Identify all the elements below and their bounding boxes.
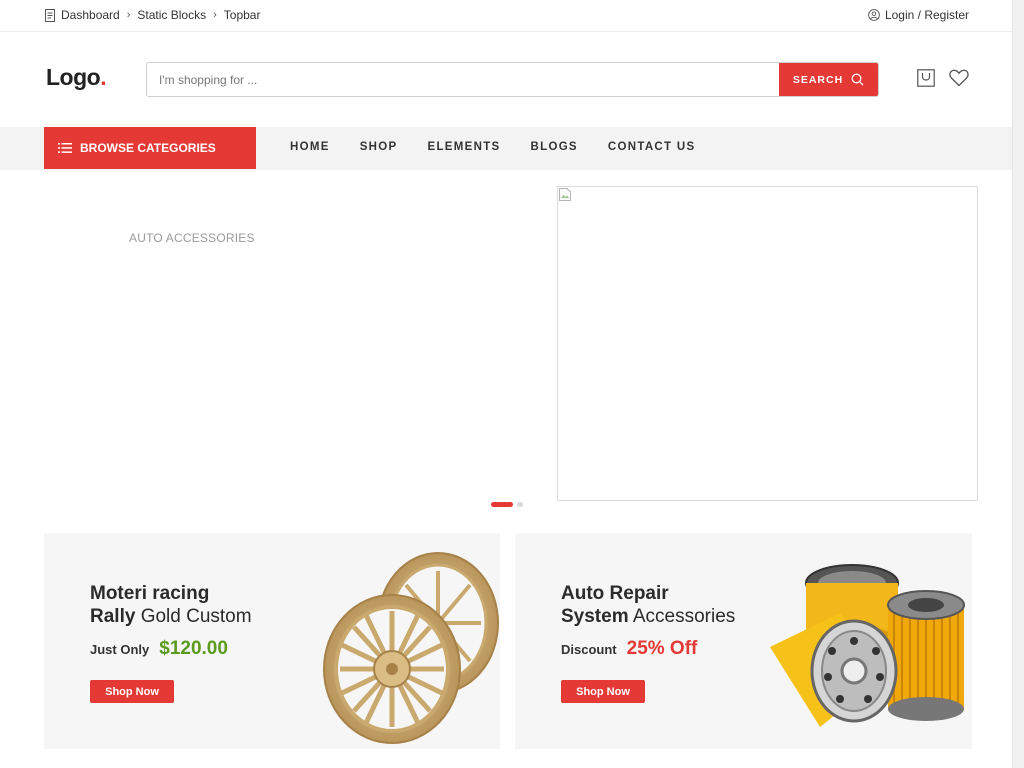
banner-title-line1: Moteri racing — [90, 583, 210, 604]
page-scrollbar[interactable] — [1012, 0, 1024, 768]
search-icon — [851, 73, 864, 86]
shop-now-button[interactable]: Shop Now — [90, 680, 174, 703]
document-icon — [45, 8, 55, 22]
slider-pagination — [491, 502, 523, 507]
main-navbar: BROWSE CATEGORIES HOME SHOP ELEMENTS BLO… — [0, 127, 1012, 170]
heart-icon[interactable] — [949, 69, 969, 87]
logo-dot: . — [100, 64, 107, 90]
banner-discount-label: Discount — [561, 642, 617, 657]
breadcrumb-dashboard[interactable]: Dashboard — [61, 8, 120, 22]
hero-caption: AUTO ACCESSORIES — [129, 231, 255, 245]
hero-image — [557, 186, 978, 501]
chevron-right-icon: › — [213, 9, 217, 21]
breadcrumb-topbar: Topbar — [223, 8, 261, 22]
login-register-label: Login / Register — [884, 8, 969, 22]
breadcrumb: Dashboard › Static Blocks › Topbar — [44, 8, 260, 22]
menu-list-icon — [58, 143, 72, 153]
nav-links: HOME SHOP ELEMENTS BLOGS CONTACT US — [290, 141, 725, 153]
logo-text: Logo — [46, 64, 101, 90]
oil-filters-image — [770, 564, 965, 727]
banner-price-row: Discount 25% Off — [561, 638, 697, 660]
search-input[interactable] — [147, 63, 779, 96]
broken-image-icon — [559, 188, 571, 201]
banner-title-bold: Rally — [90, 606, 136, 627]
banner-title-line2: System Accessories — [561, 606, 735, 628]
nav-contact-us[interactable]: CONTACT US — [608, 141, 696, 153]
user-icon — [868, 9, 880, 21]
nav-home[interactable]: HOME — [290, 141, 330, 153]
slider-dot-1[interactable] — [491, 502, 513, 507]
banner-price-value: $120.00 — [159, 638, 228, 659]
promo-banner-wheels[interactable]: Moteri racing Rally Gold Custom Just Onl… — [44, 533, 500, 749]
login-register-link[interactable]: Login / Register — [868, 8, 969, 22]
banner-price-row: Just Only $120.00 — [90, 638, 228, 660]
topbar: Dashboard › Static Blocks › Topbar Login… — [0, 0, 1024, 32]
banner-title-bold: System — [561, 606, 629, 627]
gold-wheels-image — [323, 552, 499, 744]
banner-title-line2: Rally Gold Custom — [90, 606, 252, 628]
banner-price-label: Just Only — [90, 642, 150, 657]
banner-discount-value: 25% Off — [626, 638, 698, 659]
search-bar: SEARCH — [146, 62, 879, 97]
cart-icon[interactable] — [917, 69, 935, 87]
shop-now-button[interactable]: Shop Now — [561, 680, 645, 703]
breadcrumb-static-blocks[interactable]: Static Blocks — [137, 8, 206, 22]
search-button[interactable]: SEARCH — [779, 63, 878, 96]
promo-banner-filters[interactable]: Auto Repair System Accessories Discount … — [515, 533, 972, 749]
browse-categories-button[interactable]: BROWSE CATEGORIES — [44, 127, 256, 169]
banner-title-rest: Accessories — [632, 606, 736, 627]
banner-title-line1: Auto Repair — [561, 583, 669, 604]
slider-dot-2[interactable] — [517, 502, 523, 507]
chevron-right-icon: › — [126, 9, 131, 21]
nav-blogs[interactable]: BLOGS — [531, 141, 578, 153]
banner-title-rest: Gold Custom — [140, 606, 252, 627]
browse-categories-label: BROWSE CATEGORIES — [80, 141, 216, 155]
nav-elements[interactable]: ELEMENTS — [428, 141, 501, 153]
search-button-label: SEARCH — [792, 73, 844, 86]
nav-shop[interactable]: SHOP — [360, 141, 398, 153]
logo[interactable]: Logo. — [46, 64, 107, 91]
